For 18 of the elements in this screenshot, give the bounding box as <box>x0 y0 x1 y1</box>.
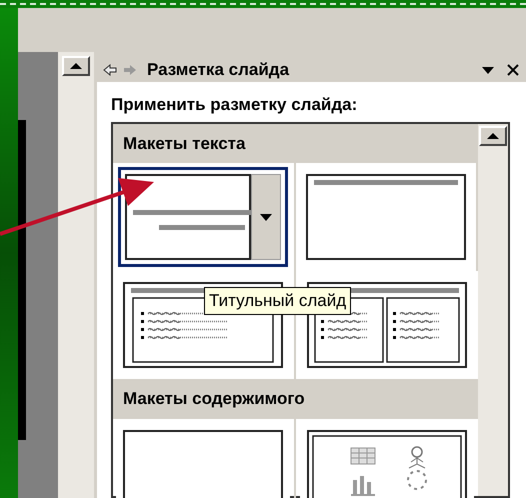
up-arrow-icon <box>487 132 499 138</box>
section-label: Применить разметку слайда: <box>111 94 358 116</box>
close-icon[interactable] <box>506 63 520 77</box>
layout-thumbnail[interactable] <box>118 167 288 267</box>
scroll-up-button[interactable] <box>62 56 90 76</box>
category-header: Макеты содержимого <box>113 379 478 418</box>
slide-layout-icon <box>306 430 467 498</box>
slide-layout-icon <box>125 174 252 260</box>
scroll-up-button[interactable] <box>479 126 507 146</box>
back-arrow-icon[interactable] <box>103 64 117 76</box>
caret-icon <box>260 214 272 220</box>
slide-layout-icon <box>306 174 466 260</box>
up-arrow-icon <box>70 63 82 69</box>
dropdown-icon[interactable] <box>482 66 494 74</box>
pane-title: Разметка слайда <box>147 59 290 82</box>
tooltip: Титульный слайд <box>204 287 352 314</box>
category-header: Макеты текста <box>113 124 478 163</box>
slide-layout-icon <box>123 430 284 498</box>
